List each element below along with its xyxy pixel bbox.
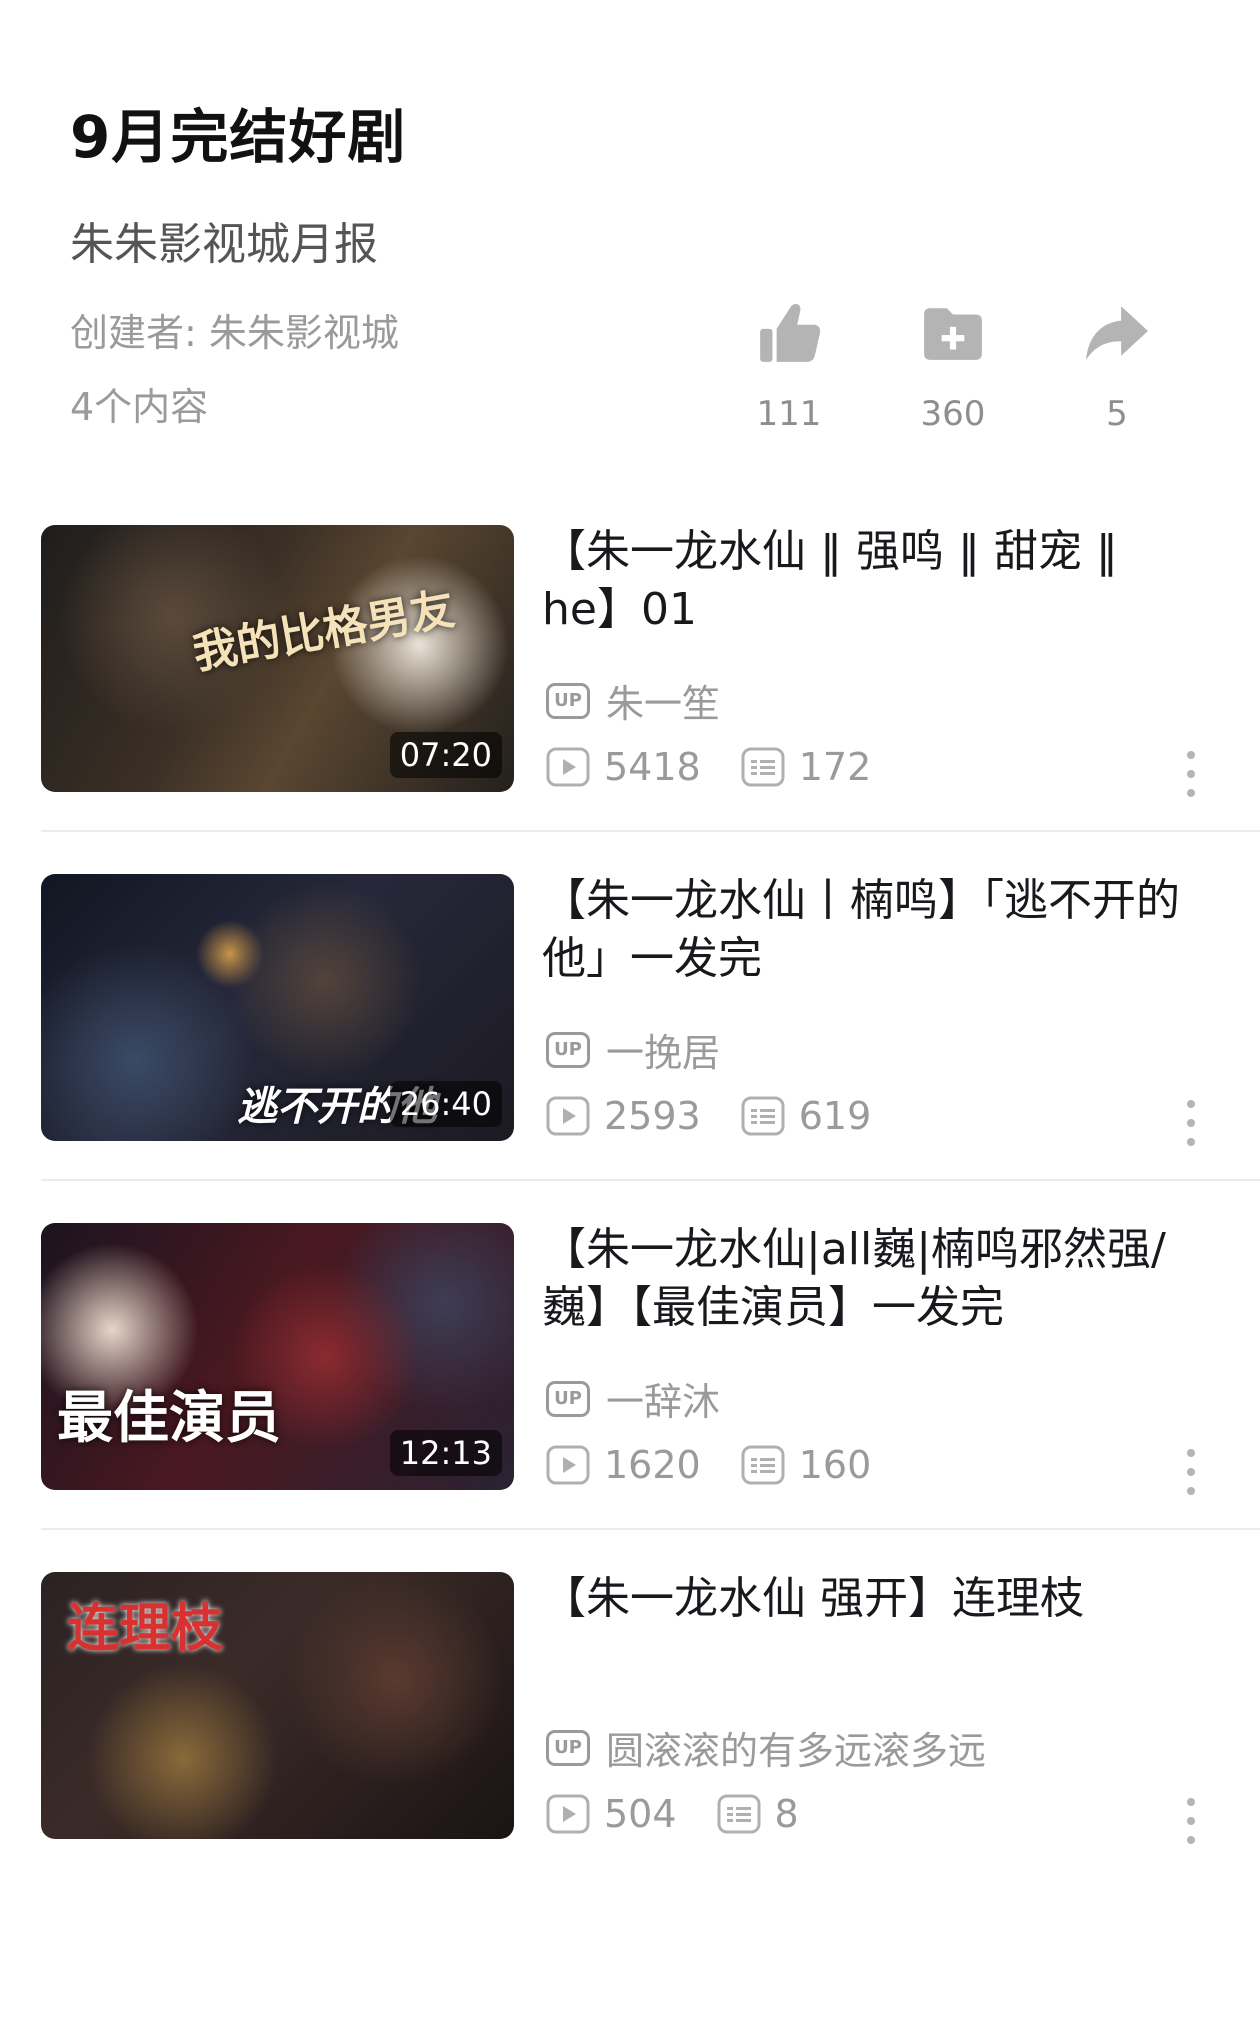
uploader-name: 一辞沐 xyxy=(606,1380,721,1424)
add-folder-icon xyxy=(924,308,982,360)
more-options-icon[interactable] xyxy=(1176,1798,1206,1844)
view-count: 5418 xyxy=(604,745,701,789)
share-button[interactable]: 5 xyxy=(1052,300,1182,440)
comment-count: 619 xyxy=(798,1094,872,1138)
up-badge-icon: UP xyxy=(546,1729,590,1766)
video-thumbnail[interactable]: 逃不开的他 26:40 xyxy=(41,874,514,1141)
video-item[interactable]: 逃不开的他 26:40 【朱一龙水仙丨楠鸣】「逃不开的他」一发完 UP 一挽居 … xyxy=(0,874,1260,1224)
video-stats: 1620 160 xyxy=(546,1443,871,1487)
video-duration: 12:13 xyxy=(389,1430,502,1476)
video-title[interactable]: 【朱一龙水仙|all巍|楠鸣邪然强/巍】【最佳演员】一发完 xyxy=(542,1221,1202,1337)
view-count: 1620 xyxy=(604,1443,701,1487)
share-count: 5 xyxy=(1106,394,1128,434)
danmaku-count-icon xyxy=(717,1794,761,1834)
comment-count: 172 xyxy=(798,745,872,789)
uploader[interactable]: UP 一辞沐 xyxy=(546,1371,720,1426)
page-title: 9月完结好剧 xyxy=(70,103,407,171)
up-badge-icon: UP xyxy=(546,682,590,719)
favorite-button[interactable]: 360 xyxy=(888,300,1018,440)
more-options-icon[interactable] xyxy=(1176,1449,1206,1495)
thumbnail-caption: 连理枝 xyxy=(67,1598,224,1659)
thumbnail-caption: 最佳演员 xyxy=(57,1385,281,1451)
video-duration: 26:40 xyxy=(389,1081,502,1127)
danmaku-count-icon xyxy=(741,747,785,787)
share-arrow-icon xyxy=(1086,306,1148,360)
video-stats: 5418 172 xyxy=(546,745,871,789)
video-item[interactable]: 连理枝 【朱一龙水仙 强开】连理枝 UP 圆滚滚的有多远滚多远 504 8 xyxy=(0,1572,1260,1922)
video-stats: 504 8 xyxy=(546,1792,799,1836)
comment-count: 160 xyxy=(798,1443,872,1487)
like-button[interactable]: 111 xyxy=(724,300,854,440)
thumbs-up-icon xyxy=(760,304,821,362)
more-options-icon[interactable] xyxy=(1176,1100,1206,1146)
favorite-count: 360 xyxy=(920,394,986,434)
page-subtitle: 朱朱影视城月报 xyxy=(70,219,378,270)
comment-count: 8 xyxy=(774,1792,799,1836)
divider xyxy=(41,1528,1260,1530)
content-count: 4个内容 xyxy=(70,385,209,429)
uploader-name: 圆滚滚的有多远滚多远 xyxy=(606,1729,987,1773)
up-badge-icon: UP xyxy=(546,1380,590,1417)
play-count-icon xyxy=(546,747,590,787)
play-count-icon xyxy=(546,1794,590,1834)
video-title[interactable]: 【朱一龙水仙 ‖ 强鸣 ‖ 甜宠 ‖ he】01 xyxy=(542,523,1202,639)
uploader[interactable]: UP 朱一笙 xyxy=(546,673,720,728)
view-count: 2593 xyxy=(604,1094,701,1138)
video-item[interactable]: 我的比格男友 07:20 【朱一龙水仙 ‖ 强鸣 ‖ 甜宠 ‖ he】01 UP… xyxy=(0,525,1260,875)
divider xyxy=(41,830,1260,832)
creator-label[interactable]: 创建者: 朱朱影视城 xyxy=(70,302,399,357)
play-count-icon xyxy=(546,1445,590,1485)
video-title[interactable]: 【朱一龙水仙 强开】连理枝 xyxy=(542,1570,1202,1628)
like-count: 111 xyxy=(756,394,822,434)
uploader[interactable]: UP 圆滚滚的有多远滚多远 xyxy=(546,1720,986,1775)
video-stats: 2593 619 xyxy=(546,1094,871,1138)
more-options-icon[interactable] xyxy=(1176,751,1206,797)
danmaku-count-icon xyxy=(741,1445,785,1485)
playlist-page: 9月完结好剧 朱朱影视城月报 创建者: 朱朱影视城 4个内容 111 360 5… xyxy=(0,0,1260,2024)
video-thumbnail[interactable]: 最佳演员 12:13 xyxy=(41,1223,514,1490)
play-count-icon xyxy=(546,1096,590,1136)
uploader-name: 朱一笙 xyxy=(606,682,721,726)
video-title[interactable]: 【朱一龙水仙丨楠鸣】「逃不开的他」一发完 xyxy=(542,872,1202,988)
uploader-name: 一挽居 xyxy=(606,1031,721,1075)
divider xyxy=(41,1179,1260,1181)
danmaku-count-icon xyxy=(741,1096,785,1136)
view-count: 504 xyxy=(604,1792,677,1836)
video-item[interactable]: 最佳演员 12:13 【朱一龙水仙|all巍|楠鸣邪然强/巍】【最佳演员】一发完… xyxy=(0,1223,1260,1573)
video-thumbnail[interactable]: 我的比格男友 07:20 xyxy=(41,525,514,792)
video-thumbnail[interactable]: 连理枝 xyxy=(41,1572,514,1839)
uploader[interactable]: UP 一挽居 xyxy=(546,1022,720,1077)
video-duration: 07:20 xyxy=(389,732,502,778)
up-badge-icon: UP xyxy=(546,1031,590,1068)
